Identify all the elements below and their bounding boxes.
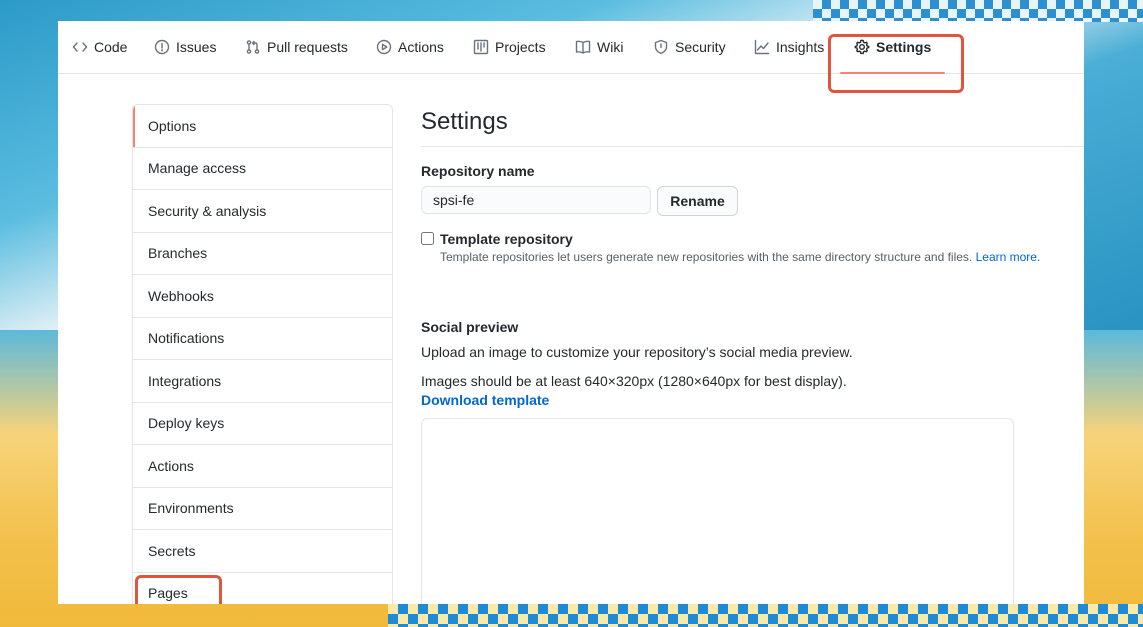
tab-insights-label: Insights	[776, 39, 825, 55]
tab-settings[interactable]: Settings	[840, 21, 946, 74]
social-preview-description: Upload an image to customize your reposi…	[421, 344, 853, 360]
graph-icon	[754, 39, 770, 55]
sidebar-item-label: Integrations	[148, 372, 222, 389]
sidebar-item-security-analysis[interactable]: Security & analysis	[133, 190, 392, 233]
tab-actions[interactable]: Actions	[376, 21, 444, 73]
settings-main: Settings Repository name Rename Template…	[421, 104, 1084, 604]
sidebar-item-webhooks[interactable]: Webhooks	[133, 275, 392, 318]
tab-actions-label: Actions	[398, 39, 444, 55]
code-icon	[72, 42, 88, 52]
sidebar-item-label: Security & analysis	[148, 202, 267, 219]
download-template-link[interactable]: Download template	[421, 392, 549, 408]
repo-nav: Code Issues Pull requests Actions Projec…	[58, 21, 1084, 74]
template-note-text: Template repositories let users generate…	[440, 250, 973, 264]
tab-pull-requests[interactable]: Pull requests	[245, 21, 348, 73]
sidebar-item-label: Notifications	[148, 330, 225, 347]
sidebar-item-label: Webhooks	[148, 287, 214, 304]
repository-name-input[interactable]	[421, 186, 651, 214]
repository-name-label: Repository name	[421, 163, 535, 179]
tab-pull-requests-label: Pull requests	[267, 39, 348, 55]
checker-pattern-bottom	[388, 604, 1143, 627]
rename-button[interactable]: Rename	[657, 186, 738, 216]
sidebar-item-notifications[interactable]: Notifications	[133, 318, 392, 360]
tab-projects[interactable]: Projects	[473, 21, 546, 73]
tab-insights[interactable]: Insights	[754, 21, 824, 73]
active-tab-underline	[840, 72, 946, 74]
sidebar-item-label: Secrets	[148, 542, 196, 559]
sidebar-item-integrations[interactable]: Integrations	[133, 360, 392, 403]
git-pull-request-icon	[246, 40, 260, 54]
tab-code[interactable]: Code	[72, 21, 127, 73]
sidebar-item-options[interactable]: Options	[133, 105, 392, 148]
tab-security-label: Security	[675, 39, 726, 55]
sidebar-item-secrets[interactable]: Secrets	[133, 530, 392, 573]
learn-more-link[interactable]: Learn more.	[976, 250, 1041, 264]
shield-icon	[654, 39, 668, 55]
page-title: Settings	[421, 104, 1084, 147]
social-preview-label: Social preview	[421, 319, 519, 335]
gear-icon	[854, 39, 870, 55]
issue-opened-icon	[154, 39, 170, 55]
sidebar-item-label: Options	[148, 117, 197, 134]
tab-code-label: Code	[94, 39, 128, 55]
sidebar-item-label: Pages	[148, 585, 188, 602]
social-preview-size-hint: Images should be at least 640×320px (128…	[421, 373, 847, 389]
sidebar-item-branches[interactable]: Branches	[133, 233, 392, 275]
template-repository-checkbox[interactable]	[421, 232, 434, 245]
tab-projects-label: Projects	[495, 39, 546, 55]
checker-pattern-top	[813, 0, 1143, 22]
sidebar-item-pages[interactable]: Pages	[133, 573, 392, 605]
template-repository-label: Template repository	[440, 231, 573, 247]
sidebar-item-label: Branches	[148, 245, 208, 262]
sidebar-item-deploy-keys[interactable]: Deploy keys	[133, 403, 392, 445]
book-icon	[575, 40, 591, 54]
play-icon	[376, 39, 392, 55]
sidebar-item-label: Actions	[148, 457, 194, 474]
tab-wiki-label: Wiki	[597, 39, 624, 55]
tab-issues[interactable]: Issues	[154, 21, 216, 73]
browser-window: Code Issues Pull requests Actions Projec…	[58, 21, 1084, 604]
tab-settings-label: Settings	[876, 39, 932, 55]
tab-issues-label: Issues	[176, 39, 217, 55]
sidebar-item-environments[interactable]: Environments	[133, 488, 392, 530]
sidebar-item-actions[interactable]: Actions	[133, 445, 392, 488]
sidebar-item-label: Deploy keys	[148, 415, 225, 432]
social-preview-image-box[interactable]	[421, 418, 1014, 604]
tab-security[interactable]: Security	[653, 21, 726, 73]
settings-sidebar: Options Manage access Security & analysi…	[132, 104, 393, 604]
project-icon	[473, 39, 489, 55]
tab-wiki[interactable]: Wiki	[575, 21, 623, 73]
sidebar-item-label: Manage access	[148, 160, 247, 177]
sidebar-item-label: Environments	[148, 500, 234, 517]
sidebar-item-manage-access[interactable]: Manage access	[133, 148, 392, 190]
template-repository-note: Template repositories let users generate…	[440, 250, 1040, 264]
